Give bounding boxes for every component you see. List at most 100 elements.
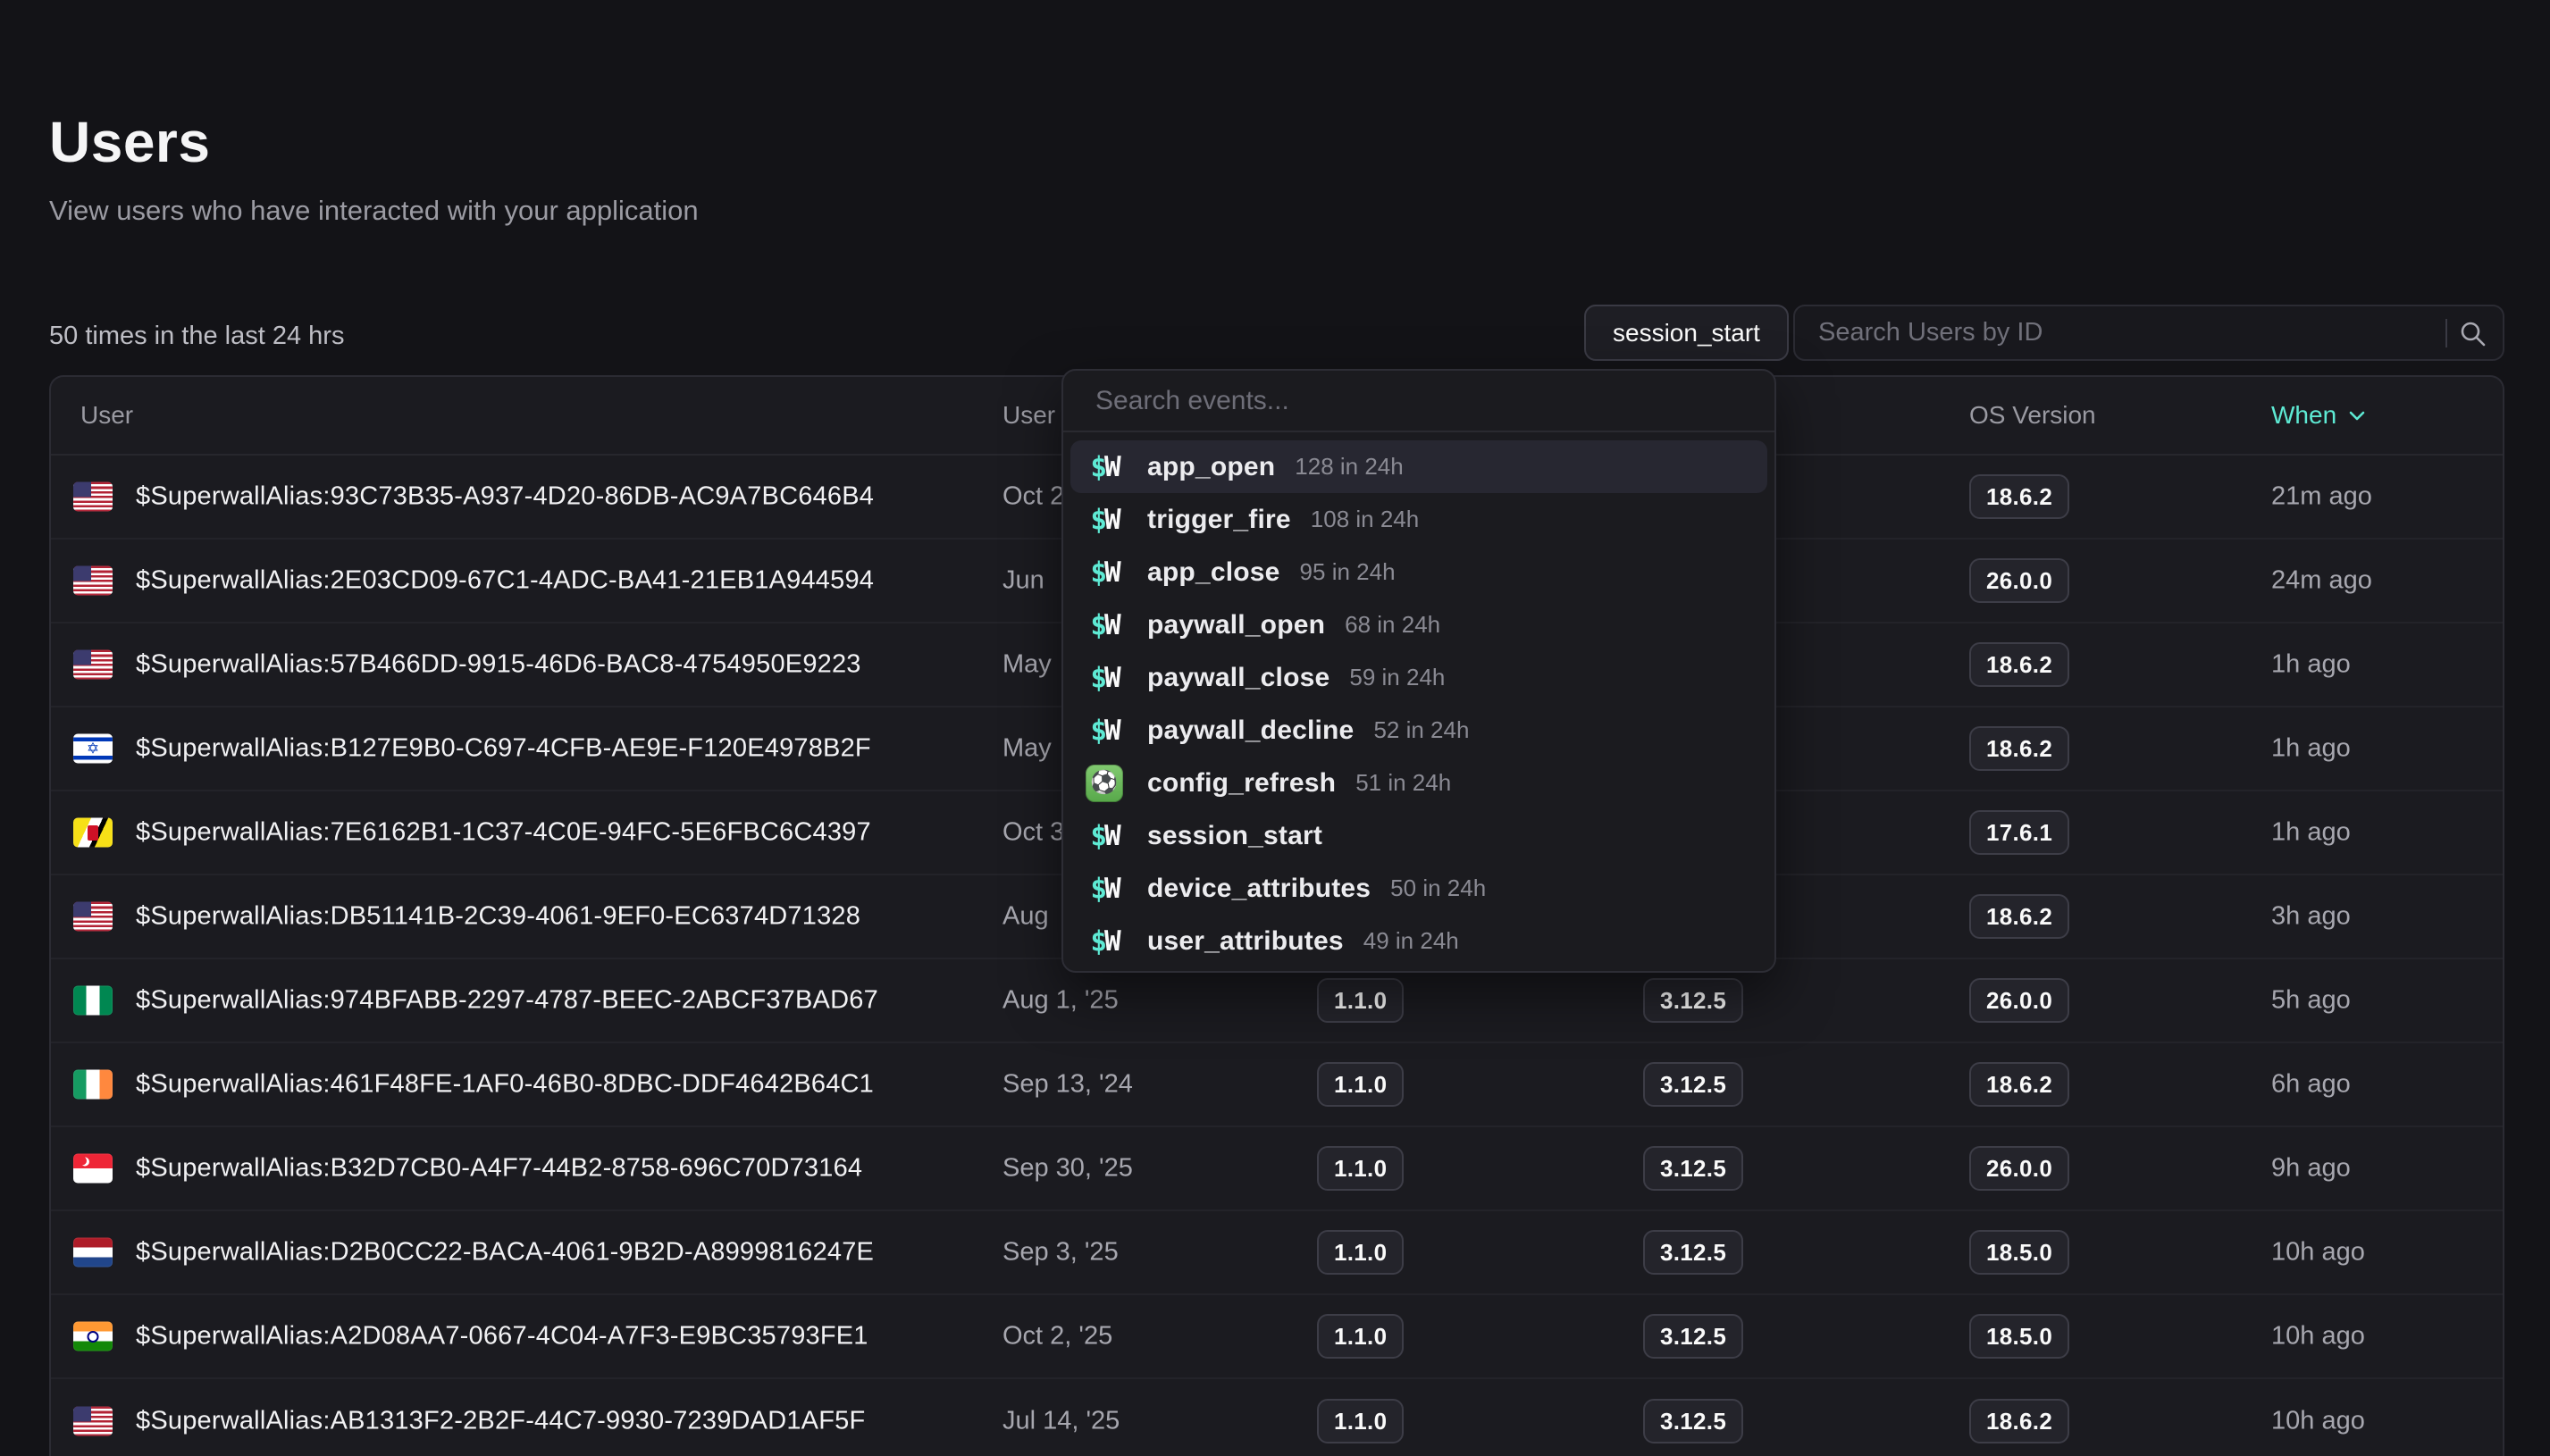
os-version-badge: 26.0.0	[1969, 1146, 2069, 1191]
user-since-date: Oct 2, '25	[1002, 1322, 1112, 1351]
os-version-badge: 18.5.0	[1969, 1314, 2069, 1359]
flag-ie-icon	[73, 1070, 113, 1100]
superwall-event-icon: $W	[1083, 609, 1126, 641]
flag-us-icon	[73, 1407, 113, 1436]
events-search	[1063, 371, 1774, 432]
os-version-badge: 18.6.2	[1969, 474, 2069, 519]
flag-nl-icon	[73, 1238, 113, 1268]
event-option-user_attributes[interactable]: $W user_attributes 49 in 24h	[1070, 915, 1767, 967]
event-count-24h: 95 in 24h	[1300, 558, 1396, 586]
superwall-event-icon: $W	[1083, 504, 1126, 536]
user-since-date: Sep 3, '25	[1002, 1238, 1119, 1268]
flag-il-icon	[73, 734, 113, 764]
event-option-app_open[interactable]: $Wapp_open128 in 24h	[1070, 440, 1767, 493]
event-option-config_refresh[interactable]: ⚽config_refresh51 in 24h	[1070, 757, 1767, 809]
event-option-trigger_fire[interactable]: $Wtrigger_fire108 in 24h	[1070, 493, 1767, 546]
superwall-event-icon: $W	[1083, 715, 1126, 747]
flag-ng-icon	[73, 986, 113, 1016]
last-seen: 1h ago	[2271, 734, 2351, 764]
app-version-badge: 3.12.5	[1643, 1062, 1743, 1107]
event-option-label: user_attributes	[1147, 926, 1344, 957]
user-alias: $SuperwallAlias:93C73B35-A937-4D20-86DB-…	[136, 482, 874, 512]
superwall-event-icon: $W	[1090, 925, 1118, 958]
event-count-24h: 59 in 24h	[1349, 664, 1445, 691]
os-version-badge: 26.0.0	[1969, 1146, 2069, 1191]
user-alias: $SuperwallAlias:B127E9B0-C697-4CFB-AE9E-…	[136, 734, 871, 764]
search-icon[interactable]	[2458, 319, 2488, 349]
os-version-badge: 26.0.0	[1969, 558, 2069, 603]
user-alias: $SuperwallAlias:974BFABB-2297-4787-BEEC-…	[136, 986, 878, 1016]
os-version-badge: 18.6.2	[1969, 726, 2069, 771]
flag-us-icon	[73, 650, 113, 680]
app-version-badge: 3.12.5	[1643, 1230, 1743, 1275]
search-events-input[interactable]	[1063, 371, 1774, 431]
sdk-version-badge: 1.1.0	[1317, 978, 1404, 1023]
superwall-event-icon: $W	[1083, 925, 1126, 958]
user-since-date: Jul 14, '25	[1002, 1407, 1120, 1436]
user-since-date: Oct 2	[1002, 482, 1064, 512]
app-version-badge: 3.12.5	[1643, 1314, 1743, 1359]
os-version-badge: 18.6.2	[1969, 894, 2069, 939]
user-since-date: Sep 30, '25	[1002, 1154, 1133, 1184]
os-version-badge: 18.6.2	[1969, 1399, 2069, 1443]
event-option-paywall_decline[interactable]: $Wpaywall_decline52 in 24h	[1070, 704, 1767, 757]
app-version-badge: 3.12.5	[1643, 1314, 1743, 1359]
column-header-user: User	[80, 401, 133, 430]
app-version-badge: 3.12.5	[1643, 1146, 1743, 1191]
os-version-badge: 18.6.2	[1969, 1062, 2069, 1107]
event-option-device_attributes[interactable]: $Wdevice_attributes50 in 24h	[1070, 862, 1767, 915]
sdk-version-badge: 1.1.0	[1317, 1314, 1404, 1359]
table-row[interactable]: $SuperwallAlias:B32D7CB0-A4F7-44B2-8758-…	[51, 1127, 2503, 1211]
column-header-os-version: OS Version	[1969, 401, 2096, 430]
superwall-event-icon: $W	[1090, 451, 1118, 483]
user-search	[1793, 305, 2504, 361]
flag-ie-icon	[73, 1070, 113, 1100]
user-alias: $SuperwallAlias:57B466DD-9915-46D6-BAC8-…	[136, 650, 861, 680]
event-count-24h: 108 in 24h	[1311, 506, 1419, 533]
superwall-event-icon: $W	[1090, 556, 1118, 589]
os-version-badge: 17.6.1	[1969, 810, 2069, 855]
os-version-badge: 18.6.2	[1969, 726, 2069, 771]
last-seen: 21m ago	[2271, 482, 2372, 512]
sdk-version-badge: 1.1.0	[1317, 1062, 1404, 1107]
event-option-paywall_close[interactable]: $Wpaywall_close59 in 24h	[1070, 651, 1767, 704]
app-version-badge: 3.12.5	[1643, 1399, 1743, 1443]
flag-us-icon	[73, 566, 113, 596]
table-row[interactable]: $SuperwallAlias:461F48FE-1AF0-46B0-8DBC-…	[51, 1043, 2503, 1127]
event-filter-button[interactable]: session_start	[1584, 305, 1789, 361]
last-seen: 5h ago	[2271, 986, 2351, 1016]
sdk-version-badge: 1.1.0	[1317, 1146, 1404, 1191]
sdk-version-badge: 1.1.0	[1317, 1314, 1404, 1359]
event-filter-label: session_start	[1613, 319, 1760, 347]
column-header-when-sort[interactable]: When	[2271, 401, 2369, 430]
last-seen: 10h ago	[2271, 1238, 2365, 1268]
user-alias: $SuperwallAlias:7E6162B1-1C37-4C0E-94FC-…	[136, 818, 871, 848]
event-option-app_close[interactable]: $W app_close 95 in 24h	[1070, 546, 1767, 598]
os-version-badge: 26.0.0	[1969, 558, 2069, 603]
flag-sg-icon	[73, 1154, 113, 1184]
superwall-event-icon: $W	[1083, 873, 1126, 905]
user-alias: $SuperwallAlias:D2B0CC22-BACA-4061-9B2D-…	[136, 1238, 874, 1268]
os-version-badge: 18.6.2	[1969, 1062, 2069, 1107]
os-version-badge: 18.6.2	[1969, 474, 2069, 519]
table-row[interactable]: $SuperwallAlias:D2B0CC22-BACA-4061-9B2D-…	[51, 1211, 2503, 1295]
flag-us-icon	[73, 482, 113, 512]
event-count-summary: 50 times in the last 24 hrs	[49, 322, 344, 351]
table-row[interactable]: $SuperwallAlias:AB1313F2-2B2F-44C7-9930-…	[51, 1379, 2503, 1456]
user-alias: $SuperwallAlias:461F48FE-1AF0-46B0-8DBC-…	[136, 1070, 874, 1100]
event-count-24h: 49 in 24h	[1363, 927, 1459, 955]
os-version-badge: 26.0.0	[1969, 978, 2069, 1023]
last-seen: 24m ago	[2271, 566, 2372, 596]
app-version-badge: 3.12.5	[1643, 1146, 1743, 1191]
search-users-input[interactable]	[1795, 306, 2503, 359]
flag-us-icon	[73, 482, 113, 512]
event-option-session_start[interactable]: $Wsession_start	[1070, 809, 1767, 862]
event-option-paywall_open[interactable]: $Wpaywall_open68 in 24h	[1070, 598, 1767, 651]
event-option-label: paywall_decline	[1147, 715, 1354, 746]
table-row[interactable]: $SuperwallAlias:A2D08AA7-0667-4C04-A7F3-…	[51, 1295, 2503, 1379]
superwall-event-icon: $W	[1083, 662, 1126, 694]
events-dropdown: $Wapp_open128 in 24h$Wtrigger_fire108 in…	[1061, 369, 1776, 973]
event-option-label: app_close	[1147, 557, 1280, 588]
user-since-date: Sep 13, '24	[1002, 1070, 1133, 1100]
flag-us-icon	[73, 1407, 113, 1436]
